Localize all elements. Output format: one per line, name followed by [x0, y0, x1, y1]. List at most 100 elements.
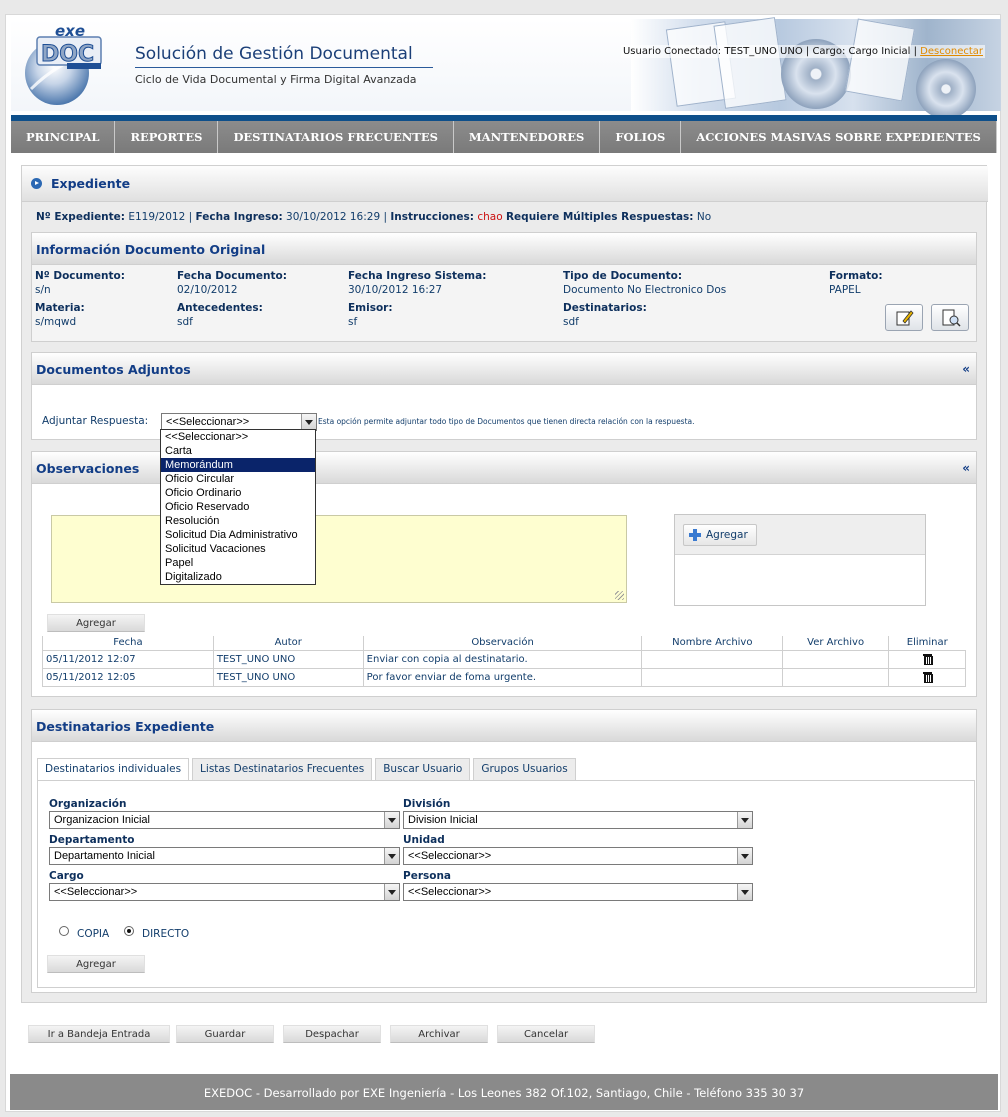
instrucciones-value: chao [477, 211, 503, 223]
field-label-fecha-documento: Fecha Documento: [177, 270, 287, 282]
field-value-antecedentes: sdf [177, 316, 193, 328]
table-row: 05/11/2012 12:07 TEST_UNO UNO Enviar con… [42, 649, 966, 669]
copia-label: COPIA [77, 928, 110, 940]
trash-icon[interactable] [922, 653, 933, 665]
division-select[interactable]: Division Inicial [403, 811, 753, 829]
collapse-icon[interactable]: « [962, 362, 970, 376]
upload-add-button[interactable]: Agregar [683, 524, 757, 546]
num-expediente-value: E119/2012 [128, 211, 186, 223]
dropdown-option[interactable]: Papel [161, 556, 315, 570]
adjuntar-help-text: Esta opción permite adjuntar todo tipo d… [318, 417, 695, 426]
chevron-down-icon[interactable] [384, 812, 399, 828]
app-title: Solución de Gestión Documental [135, 44, 413, 64]
chevron-down-icon[interactable] [301, 414, 316, 430]
destinatarios-box: Destinatarios Expediente Destinatarios i… [31, 709, 977, 993]
dropdown-option[interactable]: Carta [161, 444, 315, 458]
add-destinatario-button[interactable]: Agregar [47, 955, 145, 973]
dropdown-option[interactable]: Solicitud Dia Administrativo [161, 528, 315, 542]
tab-destinatarios-individuales[interactable]: Destinatarios individuales [37, 758, 190, 781]
expediente-title: Expediente [51, 176, 131, 191]
archivar-button[interactable]: Archivar [390, 1025, 488, 1043]
tab-grupos-usuarios[interactable]: Grupos Usuarios [473, 758, 576, 780]
trash-icon[interactable] [922, 671, 933, 683]
edit-document-button[interactable] [885, 304, 923, 331]
nav-item-folios[interactable]: FOLIOS [600, 121, 682, 153]
persona-select[interactable]: <<Seleccionar>> [403, 883, 753, 901]
file-upload-box: Agregar [674, 514, 926, 606]
upload-add-label: Agregar [706, 529, 748, 541]
exedoc-logo: exe DOC [17, 22, 109, 107]
guardar-button[interactable]: Guardar [176, 1025, 274, 1043]
resize-grip-icon[interactable] [615, 591, 624, 600]
destinatarios-tab-body: Organización Organizacion Inicial Divisi… [37, 780, 975, 988]
directo-radio[interactable] [124, 926, 134, 936]
despachar-button[interactable]: Despachar [283, 1025, 381, 1043]
field-value-destinatarios: sdf [563, 316, 579, 328]
nav-item-acciones-masivas[interactable]: ACCIONES MASIVAS SOBRE EXPEDIENTES [681, 121, 997, 153]
multiples-respuestas-label: Requiere Múltiples Respuestas: [505, 211, 694, 223]
logo-exe-text: exe [55, 23, 85, 40]
documento-original-box: Información Documento Original Nº Docume… [31, 232, 977, 342]
field-label-tipo-documento: Tipo de Documento: [563, 270, 683, 282]
observacion-textarea[interactable] [51, 515, 627, 603]
field-value-materia: s/mqwd [35, 316, 77, 328]
chevron-down-icon[interactable] [737, 884, 752, 900]
ir-bandeja-entrada-button[interactable]: Ir a Bandeja Entrada [28, 1025, 170, 1043]
cell-ver-archivo [782, 667, 890, 687]
cell-ver-archivo [782, 649, 890, 669]
dropdown-option[interactable]: Oficio Circular [161, 472, 315, 486]
field-label-fecha-ingreso-sistema: Fecha Ingreso Sistema: [348, 270, 487, 282]
field-value-num-documento: s/n [35, 284, 51, 296]
cargo-selected: <<Seleccionar>> [54, 886, 138, 898]
chevron-down-icon[interactable] [737, 812, 752, 828]
cell-autor: TEST_UNO UNO [212, 667, 364, 687]
persona-label: Persona [403, 870, 452, 882]
nav-item-destinatarios-frecuentes[interactable]: DESTINATARIOS FRECUENTES [218, 121, 454, 153]
unidad-select[interactable]: <<Seleccionar>> [403, 847, 753, 865]
nav-item-principal[interactable]: PRINCIPAL [11, 121, 116, 153]
tab-listas-destinatarios-frecuentes[interactable]: Listas Destinatarios Frecuentes [192, 758, 373, 780]
cell-eliminar [888, 667, 966, 687]
dropdown-option-highlighted[interactable]: Memorándum [161, 458, 315, 472]
add-observacion-button[interactable]: Agregar [47, 614, 145, 632]
dropdown-option[interactable]: Digitalizado [161, 570, 315, 584]
cell-nombre-archivo [641, 649, 784, 669]
header: exe DOC Solución de Gestión Documental C… [11, 17, 1001, 119]
column-header-nombre-archivo: Nombre Archivo [641, 636, 783, 650]
nav-item-mantenedores[interactable]: MANTENEDORES [454, 121, 601, 153]
departamento-select[interactable]: Departamento Inicial [49, 847, 400, 865]
dropdown-option[interactable]: Solicitud Vacaciones [161, 542, 315, 556]
logout-link[interactable]: Desconectar [920, 46, 983, 57]
adjuntar-respuesta-dropdown-list: <<Seleccionar>> Carta Memorándum Oficio … [160, 429, 316, 585]
field-label-formato: Formato: [829, 270, 883, 282]
fecha-ingreso-value: 30/10/2012 16:29 [286, 211, 381, 223]
organizacion-select[interactable]: Organizacion Inicial [49, 811, 400, 829]
dropdown-option[interactable]: Oficio Ordinario [161, 486, 315, 500]
view-document-button[interactable] [931, 304, 969, 331]
user-info: Usuario Conectado: TEST_UNO UNO | Cargo:… [620, 45, 985, 58]
chevron-down-icon[interactable] [384, 848, 399, 864]
unidad-selected: <<Seleccionar>> [408, 850, 492, 862]
column-header-fecha: Fecha [42, 636, 214, 650]
tab-buscar-usuario[interactable]: Buscar Usuario [375, 758, 471, 780]
cargo-select[interactable]: <<Seleccionar>> [49, 883, 400, 901]
nav-item-reportes[interactable]: REPORTES [115, 121, 219, 153]
field-value-formato: PAPEL [829, 284, 861, 296]
dropdown-option[interactable]: Oficio Reservado [161, 500, 315, 514]
field-label-num-documento: Nº Documento: [35, 270, 125, 282]
fecha-ingreso-label: Fecha Ingreso: [195, 211, 283, 223]
dropdown-option[interactable]: Resolución [161, 514, 315, 528]
column-header-eliminar: Eliminar [888, 636, 966, 650]
departamento-selected: Departamento Inicial [54, 850, 155, 862]
cancelar-button[interactable]: Cancelar [497, 1025, 595, 1043]
chevron-down-icon[interactable] [384, 884, 399, 900]
multiples-respuestas-value: No [696, 211, 712, 223]
title-underline [135, 67, 433, 68]
dropdown-option[interactable]: <<Seleccionar>> [161, 430, 315, 444]
field-value-fecha-documento: 02/10/2012 [177, 284, 238, 296]
copia-radio[interactable] [59, 926, 69, 936]
bullet-arrow-icon [31, 178, 42, 189]
division-label: División [403, 798, 451, 810]
collapse-icon[interactable]: « [962, 461, 970, 475]
chevron-down-icon[interactable] [737, 848, 752, 864]
